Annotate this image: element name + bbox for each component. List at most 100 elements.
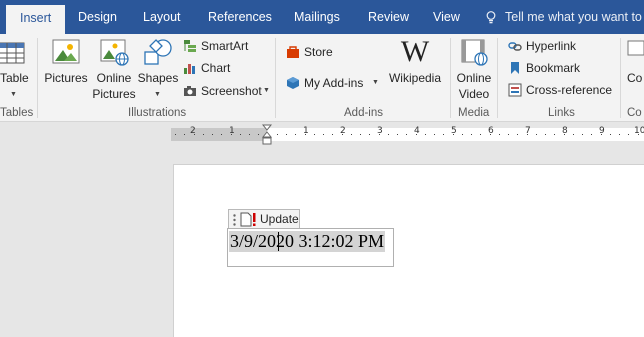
chart-label: Chart bbox=[201, 61, 231, 75]
screenshot-label: Screenshot bbox=[201, 84, 262, 98]
camera-icon bbox=[184, 86, 196, 96]
tab-references[interactable]: References bbox=[208, 0, 272, 34]
ruler-minor-tick bbox=[554, 134, 555, 135]
ruler-minor-tick bbox=[434, 134, 435, 135]
ruler-minor-tick bbox=[591, 134, 592, 135]
field-update-label: Update bbox=[260, 212, 299, 226]
online-video-label-2: Video bbox=[458, 87, 490, 101]
pictures-label: Pictures bbox=[44, 71, 88, 85]
comment-button[interactable]: Co bbox=[624, 34, 644, 104]
online-pictures-button[interactable]: Online Pictures bbox=[91, 34, 137, 104]
tab-layout[interactable]: Layout bbox=[143, 0, 181, 34]
ribbon-tab-bar: Insert Design Layout References Mailings… bbox=[0, 0, 644, 34]
online-pictures-label-2: Pictures bbox=[92, 87, 136, 101]
ruler-minor-tick bbox=[397, 134, 398, 135]
table-button[interactable]: Table ▼ bbox=[0, 34, 30, 104]
ruler-minor-tick bbox=[175, 134, 176, 135]
ruler-minor-tick bbox=[194, 134, 195, 135]
online-video-label-1: Online bbox=[456, 71, 492, 85]
ruler-minor-tick bbox=[277, 134, 278, 135]
ruler-minor-tick bbox=[221, 134, 222, 135]
ruler-tick-label: 10 bbox=[634, 126, 644, 136]
ruler-minor-tick bbox=[582, 134, 583, 135]
ruler-minor-tick bbox=[314, 134, 315, 135]
ruler-minor-tick bbox=[490, 134, 491, 135]
ruler-minor-tick bbox=[342, 134, 343, 135]
group-separator bbox=[275, 38, 276, 118]
online-video-button[interactable]: Online Video bbox=[452, 34, 496, 104]
ruler-minor-tick bbox=[601, 134, 602, 135]
shapes-button[interactable]: Shapes ▼ bbox=[137, 34, 179, 104]
ruler-minor-tick bbox=[462, 134, 463, 135]
wikipedia-button[interactable]: W Wikipedia bbox=[385, 34, 445, 104]
group-separator bbox=[450, 38, 451, 118]
ruler-minor-tick bbox=[499, 134, 500, 135]
ruler-minor-tick bbox=[360, 134, 361, 135]
tab-mailings[interactable]: Mailings bbox=[294, 0, 340, 34]
pictures-icon bbox=[52, 39, 80, 64]
ruler-minor-tick bbox=[573, 134, 574, 135]
group-label-illustrations: Illustrations bbox=[128, 107, 187, 119]
smartart-icon bbox=[184, 40, 196, 52]
shapes-icon bbox=[144, 39, 172, 65]
date-field-text[interactable]: 3/9/2020 3:12:02 PM bbox=[229, 231, 386, 252]
ruler-minor-tick bbox=[638, 134, 639, 135]
ruler-minor-tick bbox=[527, 134, 528, 135]
online-pictures-label-1: Online bbox=[96, 71, 132, 85]
cross-reference-label: Cross-reference bbox=[526, 83, 613, 97]
group-label-tables: Tables bbox=[0, 107, 34, 119]
ruler-minor-tick bbox=[184, 134, 185, 135]
chart-icon bbox=[184, 64, 195, 74]
ruler-minor-tick bbox=[425, 134, 426, 135]
horizontal-ruler[interactable]: 2 1 1 2 3 4 5 6 7 8 9 10 bbox=[0, 122, 644, 146]
chevron-down-icon: ▼ bbox=[10, 91, 17, 98]
store-icon bbox=[287, 46, 299, 58]
ruler-minor-tick bbox=[369, 134, 370, 135]
chevron-down-icon: ▼ bbox=[263, 87, 270, 94]
group-label-links: Links bbox=[548, 107, 575, 119]
ruler-minor-tick bbox=[286, 134, 287, 135]
ruler-minor-tick bbox=[536, 134, 537, 135]
tab-view[interactable]: View bbox=[433, 0, 460, 34]
ruler-minor-tick bbox=[305, 134, 306, 135]
ruler-minor-tick bbox=[258, 134, 259, 135]
comment-label: Co bbox=[627, 71, 643, 85]
ruler-minor-tick bbox=[388, 134, 389, 135]
hyperlink-icon bbox=[508, 42, 522, 51]
indent-marker-icon[interactable] bbox=[262, 124, 272, 146]
ruler-margin bbox=[171, 128, 267, 141]
bookmark-icon bbox=[511, 62, 519, 74]
chevron-down-icon: ▼ bbox=[372, 79, 379, 86]
ruler-minor-tick bbox=[545, 134, 546, 135]
ruler-minor-tick bbox=[203, 134, 204, 135]
online-video-icon bbox=[461, 39, 488, 66]
ruler-minor-tick bbox=[351, 134, 352, 135]
group-separator bbox=[497, 38, 498, 118]
store-label: Store bbox=[304, 45, 333, 59]
wikipedia-icon: W bbox=[400, 35, 430, 68]
ruler-minor-tick bbox=[212, 134, 213, 135]
ruler-minor-tick bbox=[564, 134, 565, 135]
group-label-addins: Add-ins bbox=[344, 107, 383, 119]
tell-me-text: Tell me what you want to d bbox=[505, 10, 644, 24]
ruler-minor-tick bbox=[323, 134, 324, 135]
my-addins-icon bbox=[287, 77, 299, 89]
tab-insert[interactable]: Insert bbox=[6, 5, 66, 34]
ruler-minor-tick bbox=[443, 134, 444, 135]
tab-design[interactable]: Design bbox=[78, 0, 117, 34]
group-separator bbox=[37, 38, 38, 118]
chevron-down-icon: ▼ bbox=[154, 91, 161, 98]
ruler-minor-tick bbox=[619, 134, 620, 135]
ruler-minor-tick bbox=[453, 134, 454, 135]
ruler-minor-tick bbox=[379, 134, 380, 135]
group-separator bbox=[620, 38, 621, 118]
pictures-button[interactable]: Pictures bbox=[43, 34, 89, 104]
ruler-minor-tick bbox=[610, 134, 611, 135]
cross-reference-icon bbox=[508, 83, 522, 97]
ruler-minor-tick bbox=[231, 134, 232, 135]
field-update-button[interactable]: Update bbox=[228, 209, 300, 229]
table-label: Table bbox=[0, 71, 29, 85]
comment-icon bbox=[627, 40, 644, 56]
tab-review[interactable]: Review bbox=[368, 0, 409, 34]
my-addins-label: My Add-ins bbox=[304, 76, 364, 90]
